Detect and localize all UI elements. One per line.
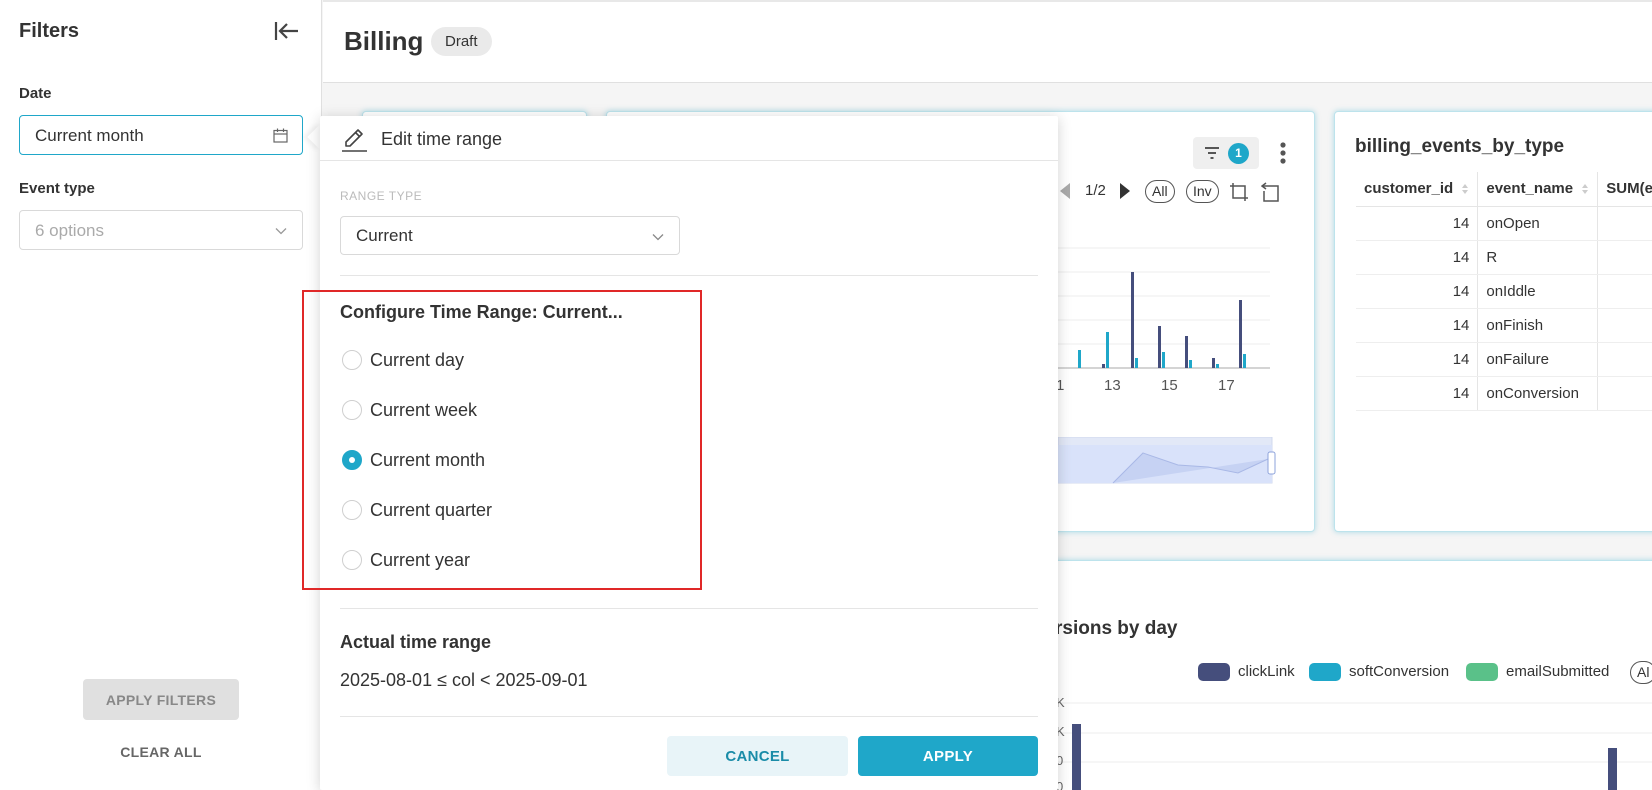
filter-count-badge: 1 [1228,143,1249,164]
date-filter-label: Date [19,85,52,102]
range-type-label: RANGE TYPE [340,189,423,203]
data-zoom-slider[interactable] [1058,437,1276,485]
event-type-placeholder: 6 options [35,221,104,240]
legend-page-indicator: 1/2 [1085,182,1106,199]
date-filter-value: Current month [35,126,144,145]
clear-all-button[interactable]: CLEAR ALL [83,740,239,764]
column-header-event-name[interactable]: event_name [1477,172,1599,207]
bar [1135,358,1138,368]
table-row: 14 onFinish [1356,308,1652,343]
apply-button[interactable]: APPLY [858,736,1038,776]
event-type-label: Event type [19,180,95,197]
sort-icon [1582,184,1589,195]
bottom-chart-title: rsions by day [1055,618,1178,639]
zoom-reset-icon[interactable] [1261,182,1281,202]
select-all-pill[interactable]: All [1145,180,1175,203]
pencil-icon [342,129,367,152]
sort-icon [1462,184,1469,195]
table-header-row: customer_id event_name SUM(ev [1356,172,1652,207]
bar [1078,350,1081,368]
bottom-bar-chart [1058,702,1652,790]
actual-time-range-title: Actual time range [340,632,492,652]
range-type-select[interactable]: Current [340,216,680,255]
table-row: 14 R [1356,240,1652,275]
event-type-select[interactable]: 6 options [19,210,303,250]
bar [1189,360,1192,368]
popover-header-divider [320,160,1058,161]
table-row: 14 onConversion [1356,376,1652,411]
divider [340,275,1038,276]
header-top-border [323,0,1652,2]
bar [1162,352,1165,368]
column-header-sum[interactable]: SUM(ev [1597,172,1652,207]
prev-page-icon[interactable] [1058,182,1072,200]
legend-item-emailsubmitted[interactable]: emailSubmitted [1466,663,1609,682]
apply-filters-button[interactable]: APPLY FILTERS [83,679,239,720]
legend-swatch [1466,663,1498,682]
chevron-down-icon [652,234,664,241]
bar [1158,326,1161,368]
invert-selection-pill[interactable]: Inv [1186,180,1219,203]
chevron-down-icon [275,228,287,235]
data-table: customer_id event_name SUM(ev 14onOpen 1… [1356,172,1652,411]
actual-time-range-value: 2025-08-01 ≤ col < 2025-09-01 [340,670,588,690]
popover-title: Edit time range [381,129,503,149]
cancel-button[interactable]: CANCEL [667,736,848,776]
legend-swatch [1309,663,1341,682]
x-tick-label: 15 [1161,377,1178,394]
legend-swatch [1198,663,1230,682]
bar [1216,364,1219,368]
bar [1243,354,1246,368]
box-zoom-icon[interactable] [1229,182,1249,202]
divider [340,716,1038,717]
dashboard-header [323,0,1652,83]
bar [1106,332,1109,368]
divider [340,608,1038,609]
bar [1131,272,1134,368]
bar [1239,300,1242,368]
filters-sidebar: Filters Date Current month Event type 6 … [0,0,322,790]
table-row: 14 onFailure [1356,342,1652,377]
bar [1102,364,1105,368]
range-type-value: Current [356,226,413,245]
bar-chart [1058,247,1270,369]
bar [1072,724,1081,790]
column-header-customer-id[interactable]: customer_id [1356,172,1479,207]
x-tick-label: 17 [1218,377,1235,394]
bar [1185,336,1188,368]
highlight-annotation-box [302,290,702,590]
date-filter-input[interactable]: Current month [19,115,303,155]
filter-icon [1205,147,1219,159]
x-tick-label: 13 [1104,377,1121,394]
more-options-icon[interactable] [1279,141,1287,165]
page-title: Billing [344,26,424,56]
sidebar-title: Filters [19,20,80,42]
legend-item-softconversion[interactable]: softConversion [1309,663,1449,682]
chart-filter-pill[interactable] [1193,137,1259,169]
table-row: 14 onOpen [1356,206,1652,241]
calendar-icon [273,128,288,143]
next-page-icon[interactable] [1118,182,1132,200]
legend-select-all-pill[interactable]: Al [1630,661,1652,684]
status-badge: Draft [431,27,492,56]
table-title: billing_events_by_type [1355,136,1565,157]
table-row: 14 onIddle [1356,274,1652,309]
legend-item-clicklink[interactable]: clickLink [1198,663,1295,682]
bar [1608,748,1617,790]
collapse-sidebar-icon[interactable] [274,20,300,42]
bar [1212,358,1215,368]
